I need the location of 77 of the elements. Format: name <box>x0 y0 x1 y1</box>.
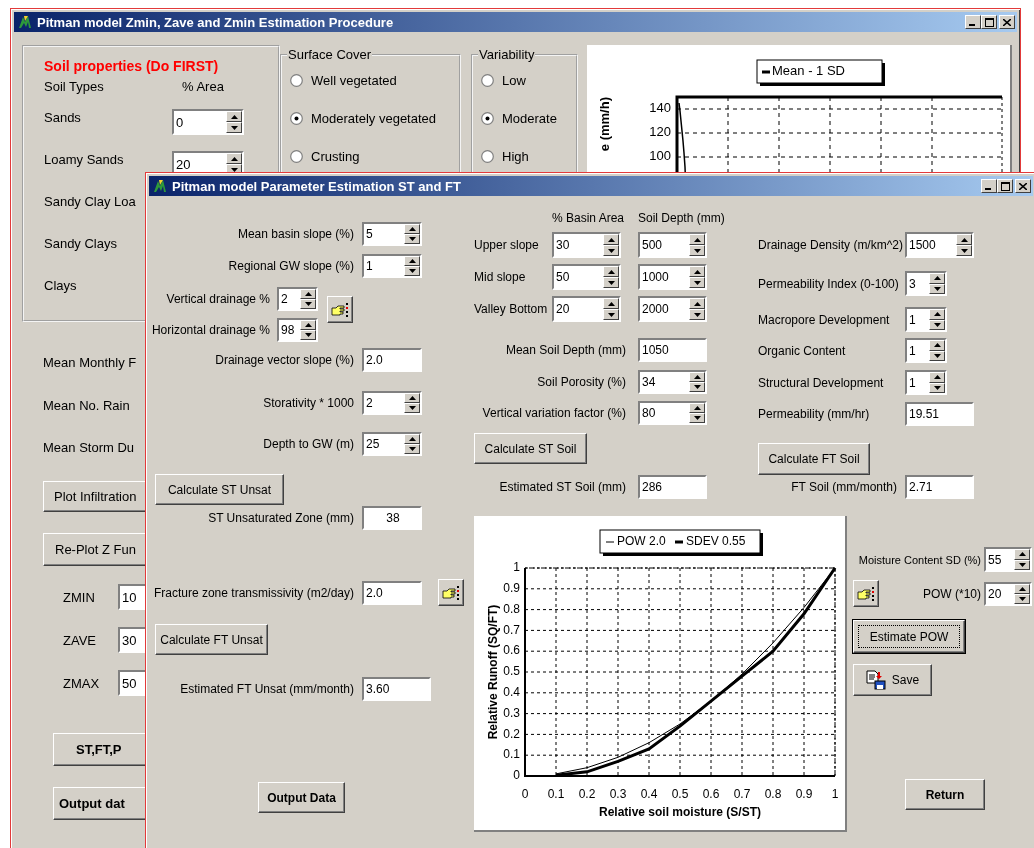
tick-label: 0.1 <box>503 747 520 762</box>
field-label: Fracture zone transmissivity (m2/day) <box>152 585 354 600</box>
tick-label: 0.1 <box>547 787 565 802</box>
field-label: ST Unsaturated Zone (mm) <box>207 511 354 525</box>
field-label: Macropore Development <box>758 312 891 327</box>
field-label: Sands <box>44 109 82 125</box>
legend-label: Mean - 1 SD <box>772 63 845 79</box>
field-label: Storativity * 1000 <box>262 396 354 410</box>
axis-title: e (mm/h) <box>597 97 612 152</box>
field-label: Sandy Clay Loa <box>44 193 137 209</box>
tick-label: 0.2 <box>578 787 596 802</box>
tick-label: 0.3 <box>609 787 627 802</box>
field-label: Moisture Content SD (%) <box>857 553 981 566</box>
tick-label: 0.7 <box>503 622 520 637</box>
tick-label: 0.2 <box>503 726 520 741</box>
tick-label: 100 <box>649 148 671 164</box>
field-label: Soil Depth (mm) <box>638 211 726 225</box>
field-label: Mean Monthly F <box>43 354 138 370</box>
field-label: Estimated FT Unsat (mm/month) <box>179 682 354 696</box>
field-label: Drainage vector slope (%) <box>214 353 354 367</box>
group-title: Surface Cover <box>287 47 373 62</box>
field-label: Estimated ST Soil (mm) <box>498 480 626 494</box>
group-title: Variability <box>478 47 536 62</box>
field-label: Mean basin slope (%) <box>236 227 354 241</box>
axis-title: Relative soil moisture (S/ST) <box>599 805 761 820</box>
field-label: Drainage Density (m/km^2) <box>758 238 904 252</box>
tick-label: 0.4 <box>640 787 658 802</box>
field-label: FT Soil (mm/month) <box>790 480 897 494</box>
field-label: Permeability (mm/hr) <box>758 407 871 421</box>
field-label: Horizontal drainage % <box>150 323 270 337</box>
field-label: Mid slope <box>474 270 527 284</box>
window-title: Pitman model Parameter Estimation ST and FT <box>172 178 462 194</box>
tick-label: 1 <box>513 560 520 575</box>
tick-label: 0.6 <box>503 643 520 658</box>
field-label: Soil Types <box>44 79 105 94</box>
tick-label: 0.9 <box>795 787 813 802</box>
field-label: Mean No. Rain <box>43 397 131 413</box>
tick-label: 120 <box>649 124 671 140</box>
tick-label: 0.9 <box>503 580 520 595</box>
tick-label: 1 <box>831 787 839 802</box>
tick-label: 0.3 <box>503 705 520 720</box>
tick-label: 0.7 <box>733 787 751 802</box>
field-label: Vertical drainage % <box>165 292 270 306</box>
field-label: Valley Bottom <box>474 302 549 316</box>
field-label: ZMAX <box>63 675 101 691</box>
field-label: ZAVE <box>63 632 97 648</box>
tick-label: 0.8 <box>503 601 520 616</box>
axis-title: Relative Runoff (SQ/FT) <box>486 604 501 740</box>
tick-label: 0.5 <box>503 664 520 679</box>
field-label: Structural Development <box>758 375 885 390</box>
field-label: Soil Porosity (%) <box>536 375 626 389</box>
field-label: Organic Content <box>758 343 847 358</box>
tick-label: 0.5 <box>671 787 689 802</box>
field-label: Regional GW slope (%) <box>227 259 354 273</box>
tick-label: 0.4 <box>503 684 520 699</box>
tick-label: 0.6 <box>702 787 720 802</box>
field-label: Sandy Clays <box>44 235 118 251</box>
field-label: Loamy Sands <box>44 151 125 167</box>
legend-label: POW 2.0 <box>617 534 666 549</box>
field-label: % Basin Area <box>552 211 626 225</box>
tick-label: 140 <box>649 100 671 116</box>
tick-label: 0 <box>521 787 529 802</box>
field-label: % Area <box>182 79 225 94</box>
field-label: Clays <box>44 277 78 293</box>
field-label: POW (*10) <box>922 586 981 601</box>
window-title: Pitman model Zmin, Zave and Zmin Estimation Procedure <box>37 14 395 30</box>
legend-label: SDEV 0.55 <box>686 534 746 549</box>
field-label: Permeability Index (0-100) <box>758 276 900 291</box>
field-label: Vertical variation factor (%) <box>481 406 626 420</box>
field-label: Depth to GW (m) <box>262 437 354 451</box>
tick-label: 0.8 <box>764 787 782 802</box>
section-heading: Soil properties (Do FIRST) <box>44 58 220 74</box>
tick-label: 0 <box>513 768 520 783</box>
field-label: ZMIN <box>63 589 96 605</box>
field-label: Mean Storm Du <box>43 439 136 455</box>
field-label: Mean Soil Depth (mm) <box>504 343 626 357</box>
field-label: Upper slope <box>474 238 540 252</box>
